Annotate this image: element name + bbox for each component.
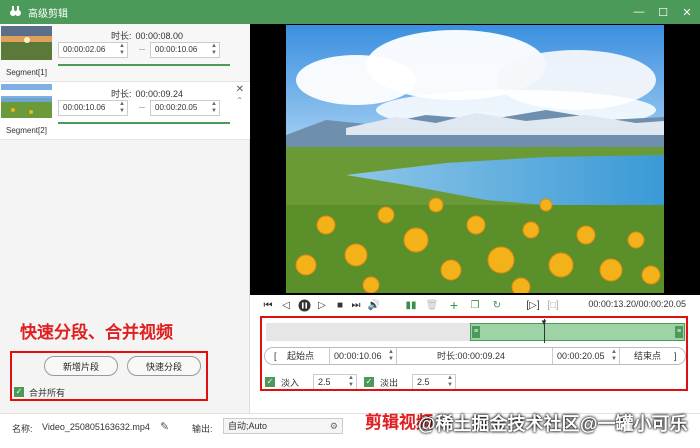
add-icon[interactable]: +: [447, 297, 461, 313]
edit-name-icon[interactable]: ✎: [160, 420, 169, 433]
pause-icon[interactable]: [297, 298, 311, 312]
mark-in-icon[interactable]: [▷]: [526, 298, 540, 312]
quick-split-button[interactable]: 快速分段: [127, 356, 201, 376]
merge-all-label: 合并所有: [29, 388, 66, 398]
spinner-icon[interactable]: ▲ ▼: [119, 101, 125, 115]
step-back-icon[interactable]: ◁: [280, 298, 292, 312]
move-up-icon[interactable]: ⌃: [236, 96, 243, 105]
step-forward-icon[interactable]: ▷: [316, 298, 328, 312]
app-logo-icon: [8, 5, 22, 19]
spinner-icon[interactable]: ▲ ▼: [211, 101, 217, 115]
skip-end-icon[interactable]: ⏭: [350, 298, 362, 312]
title-bar: 高级剪辑 — ☐ ✕: [0, 0, 700, 24]
annotation-left: 快速分段、合并视频: [20, 323, 173, 343]
add-segment-button[interactable]: 新增片段: [44, 356, 118, 376]
duration-value: 00:00:09.24: [135, 89, 184, 99]
duration-label: 时长:: [111, 31, 132, 41]
name-label: 名称:: [12, 424, 33, 434]
watermark-1: @稀土掘金技术社区: [418, 414, 580, 434]
gear-icon[interactable]: ⚙: [330, 419, 338, 433]
copy-icon[interactable]: ❐: [468, 298, 482, 312]
video-player[interactable]: [250, 24, 700, 295]
segment-label: Segment[2]: [6, 126, 47, 135]
stop-icon[interactable]: ■: [334, 298, 346, 312]
segment-progress: [58, 122, 230, 124]
player-timecode: 00:00:13.20/00:00:20.05: [588, 299, 686, 309]
volume-icon[interactable]: 🔊: [367, 298, 381, 312]
segment-progress: [58, 64, 230, 66]
watermark-2: @一罐小可乐: [580, 414, 688, 434]
close-icon[interactable]: ✕: [680, 5, 694, 19]
output-label: 输出:: [192, 424, 213, 434]
output-filename[interactable]: Video_250805163632.mp4: [42, 422, 150, 432]
spinner-icon[interactable]: ▲ ▼: [211, 43, 217, 57]
segment-end-input[interactable]: 00:00:10.06 ▲ ▼: [150, 42, 220, 58]
maximize-icon[interactable]: ☐: [656, 5, 670, 19]
mark-out-icon[interactable]: [□]: [546, 298, 560, 312]
skip-start-icon[interactable]: ⏮: [262, 298, 274, 312]
remove-segment-icon[interactable]: ✕: [236, 84, 244, 95]
merge-all-checkbox[interactable]: ✓: [14, 387, 24, 397]
split-icon[interactable]: ▮▮: [404, 298, 418, 312]
duration-label: 时长:: [111, 89, 132, 99]
window-title: 高级剪辑: [28, 8, 68, 20]
segment-start-input[interactable]: 00:00:02.06 ▲ ▼: [58, 42, 128, 58]
segment-thumbnail: [1, 26, 52, 60]
segment-label: Segment[1]: [6, 68, 47, 77]
player-controls: ⏮ ◁ ▷ ■ ⏭ 🔊 ▮▮ 🗑 + ❐ ↻ [▷] [□] 00:00:13.…: [250, 295, 700, 315]
delete-icon[interactable]: 🗑: [425, 298, 439, 312]
spinner-icon[interactable]: ▲ ▼: [119, 43, 125, 57]
segment-thumbnail: [1, 84, 52, 118]
segment-start-input[interactable]: 00:00:10.06 ▲ ▼: [58, 100, 128, 116]
minimize-icon[interactable]: —: [632, 5, 646, 19]
reset-icon[interactable]: ↻: [490, 298, 504, 312]
annotation-box-edit: [260, 316, 688, 391]
segment-item-1[interactable]: Segment[1] 时长: 00:00:08.00 00:00:02.06 ▲ ▼ …: [0, 24, 250, 82]
video-frame: [286, 25, 664, 293]
segment-item-2[interactable]: Segment[2] 时长: 00:00:09.24 00:00:10.06 ▲ ▼ …: [0, 82, 250, 140]
output-select[interactable]: 自动;Auto ⚙: [223, 418, 343, 434]
duration-value: 00:00:08.00: [135, 31, 184, 41]
segment-end-input[interactable]: 00:00:20.05 ▲ ▼: [150, 100, 220, 116]
